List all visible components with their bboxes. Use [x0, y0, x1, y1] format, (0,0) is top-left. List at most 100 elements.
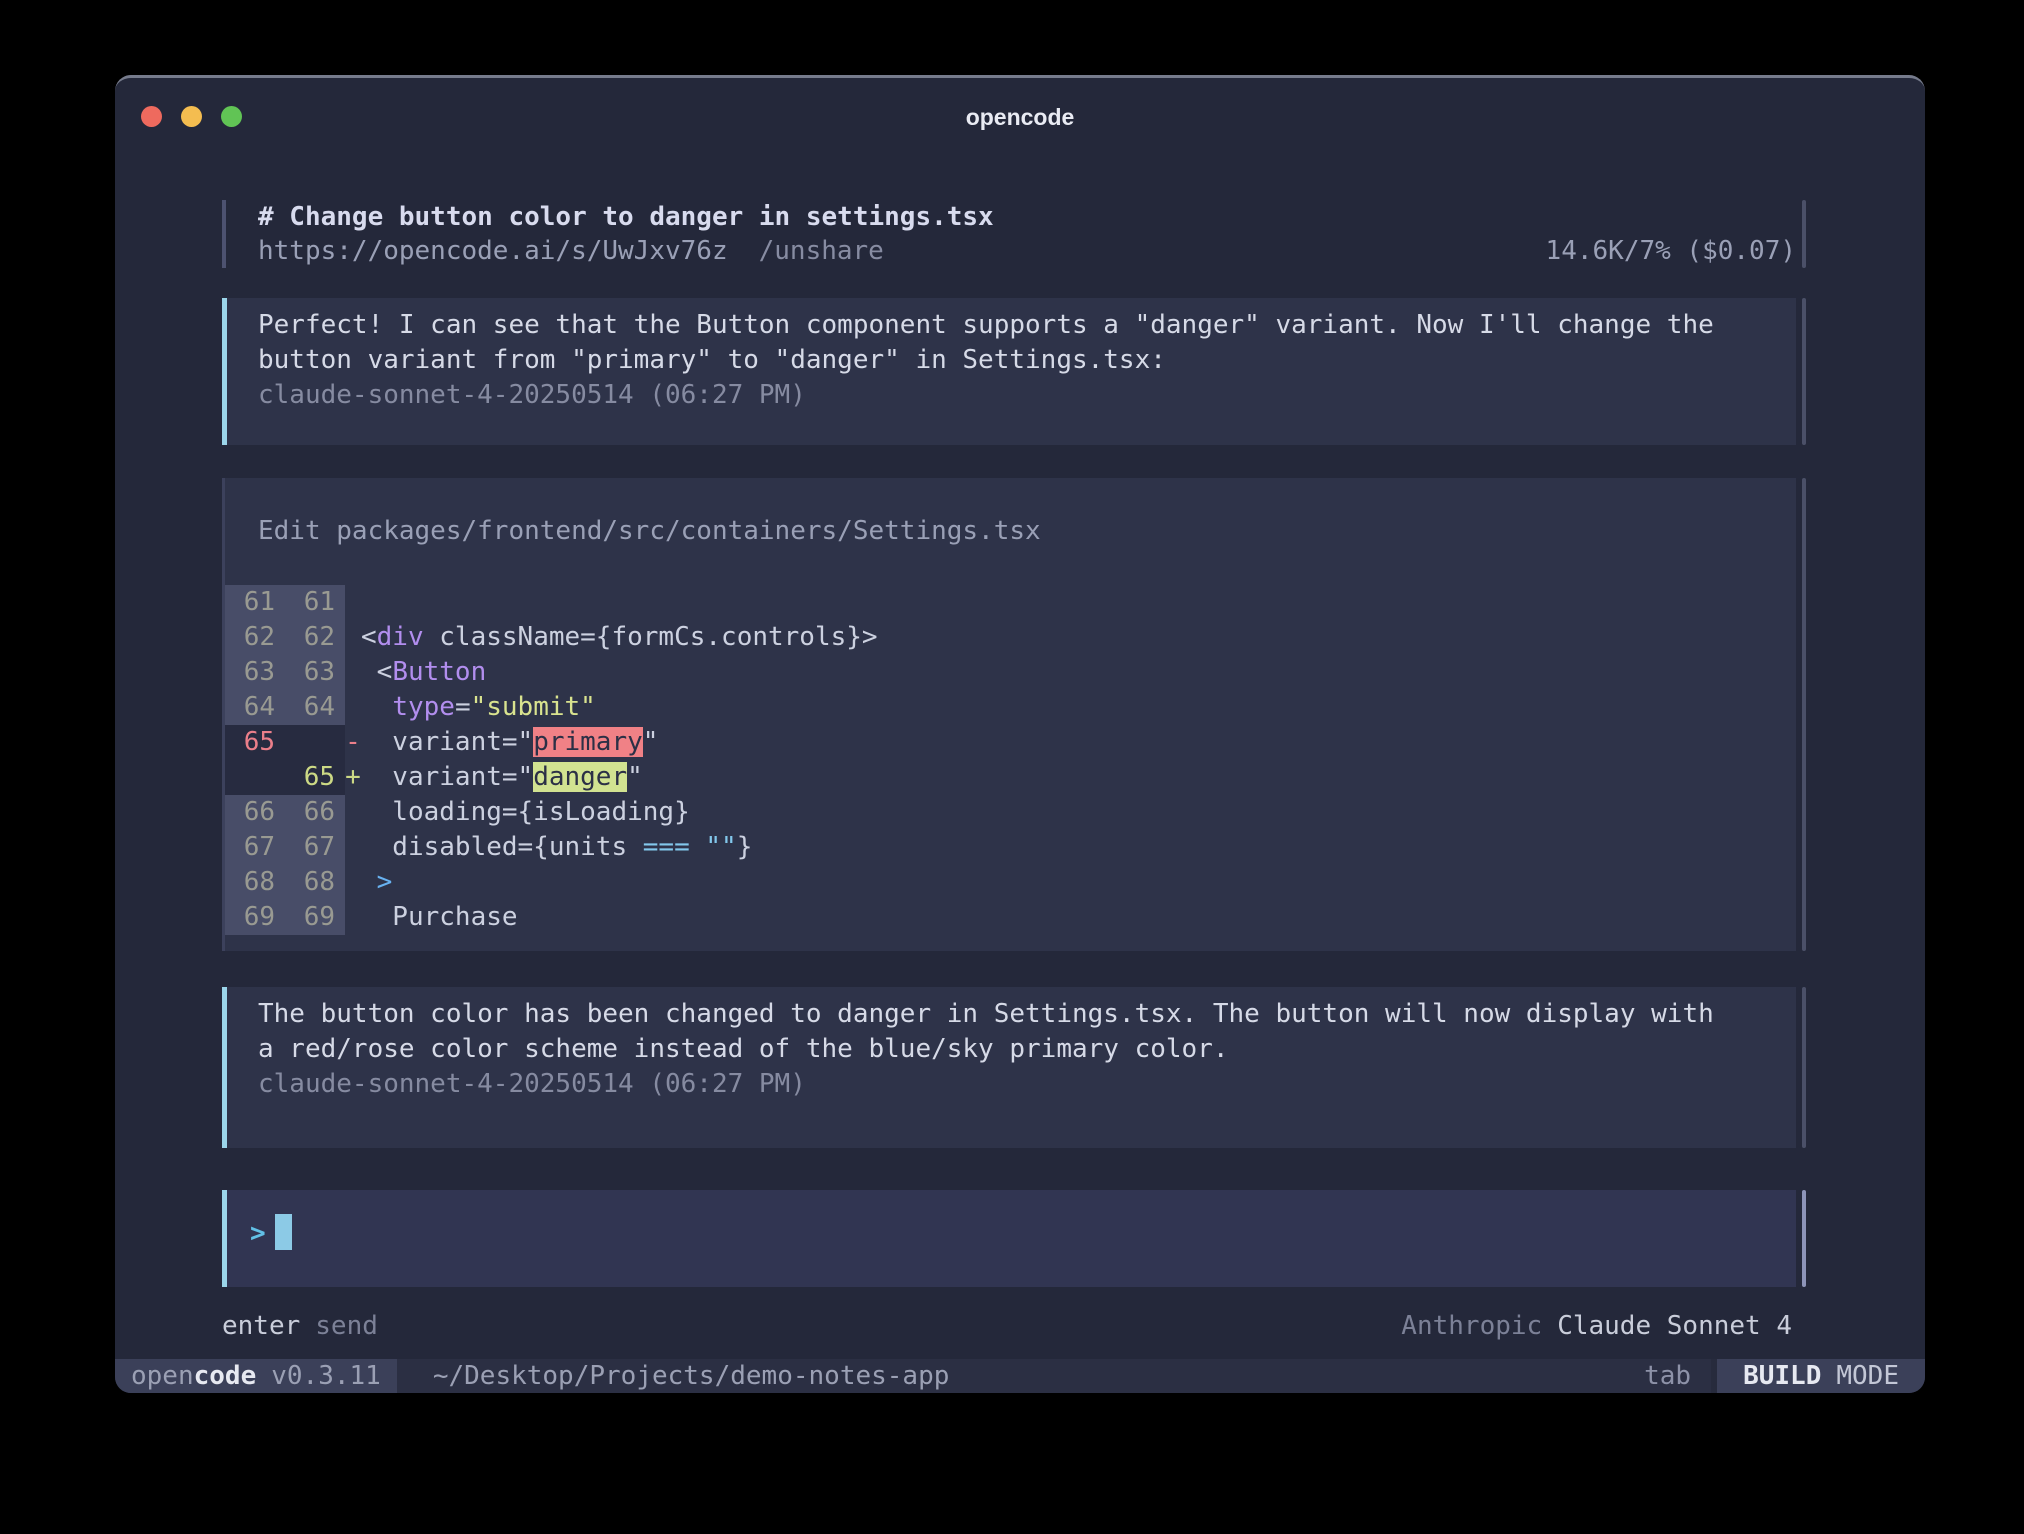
- mode-name: BUILD: [1743, 1361, 1821, 1391]
- diff-row: 6363 <Button: [225, 655, 1796, 690]
- mode-chip: BUILD MODE: [1711, 1359, 1925, 1393]
- session-subtitle: https://opencode.ai/s/UwJxv76z/unshare 1…: [258, 234, 1796, 268]
- scroll-indicator: [1802, 1190, 1806, 1287]
- old-line-number: 68: [225, 865, 285, 900]
- scroll-indicator: [1802, 987, 1806, 1148]
- edit-tool-card: Edit packages/frontend/src/containers/Se…: [222, 478, 1796, 951]
- assistant-message: The button color has been changed to dan…: [222, 987, 1796, 1148]
- diff-row: 6666 loading={isLoading}: [225, 795, 1796, 830]
- model-label: Claude Sonnet 4: [1557, 1311, 1792, 1341]
- new-line-number: 65: [285, 760, 345, 795]
- new-line-number: 66: [285, 795, 345, 830]
- session-title: # Change button color to danger in setti…: [258, 200, 1796, 234]
- new-line-number: 64: [285, 690, 345, 725]
- diff-marker: [345, 795, 361, 830]
- old-line-number: 69: [225, 900, 285, 935]
- diff-marker: [345, 900, 361, 935]
- diff-marker: -: [345, 725, 361, 760]
- diff-marker: [345, 655, 361, 690]
- old-line-number: 67: [225, 830, 285, 865]
- app-version: v0.3.11: [271, 1361, 381, 1391]
- app-version-chip: opencode v0.3.11: [115, 1359, 397, 1393]
- code-line: <Button: [361, 655, 486, 690]
- model-info: Anthropic Claude Sonnet 4: [1401, 1311, 1792, 1341]
- diff-row: 6161: [225, 585, 1796, 620]
- text-cursor: [275, 1214, 292, 1250]
- diff-marker: +: [345, 760, 361, 795]
- message-text-line: button variant from "primary" to "danger…: [258, 343, 1796, 378]
- code-line: >: [361, 865, 392, 900]
- diff-row: 6464 type="submit": [225, 690, 1796, 725]
- window-title: opencode: [115, 78, 1925, 131]
- scroll-indicator: [1802, 200, 1806, 268]
- message-meta: claude-sonnet-4-20250514 (06:27 PM): [258, 1067, 1796, 1102]
- code-line: <div className={formCs.controls}>: [361, 620, 878, 655]
- unshare-command: /unshare: [759, 236, 884, 266]
- app-name-regular: open: [131, 1361, 194, 1391]
- code-line: loading={isLoading}: [361, 795, 690, 830]
- diff-view: 61616262 <div className={formCs.controls}…: [225, 585, 1796, 935]
- new-line-number: 69: [285, 900, 345, 935]
- maximize-button[interactable]: [221, 106, 242, 127]
- assistant-message: Perfect! I can see that the Button compo…: [222, 298, 1796, 445]
- message-body: The button color has been changed to dan…: [258, 997, 1796, 1102]
- new-line-number: 61: [285, 585, 345, 620]
- send-hint: enter send: [222, 1311, 378, 1341]
- working-directory: ~/Desktop/Projects/demo-notes-app: [433, 1361, 950, 1391]
- diff-marker: [345, 690, 361, 725]
- old-line-number: 63: [225, 655, 285, 690]
- message-text-line: The button color has been changed to dan…: [258, 997, 1796, 1032]
- code-line: Purchase: [361, 900, 518, 935]
- diff-marker: [345, 620, 361, 655]
- old-line-number: 64: [225, 690, 285, 725]
- diff-row: 6969 Purchase: [225, 900, 1796, 935]
- scroll-indicator: [1802, 478, 1806, 951]
- code-line: variant="primary": [361, 725, 658, 760]
- old-line-number: 66: [225, 795, 285, 830]
- new-line-number: 62: [285, 620, 345, 655]
- code-line: disabled={units === ""}: [361, 830, 752, 865]
- provider-label: Anthropic: [1401, 1311, 1542, 1341]
- new-line-number: [285, 725, 345, 760]
- diff-row: 65 - variant="primary": [225, 725, 1796, 760]
- diff-marker: [345, 830, 361, 865]
- prompt-input[interactable]: >: [222, 1190, 1796, 1287]
- old-line-number: [225, 760, 285, 795]
- diff-marker: [345, 865, 361, 900]
- share-url: https://opencode.ai/s/UwJxv76z: [258, 236, 728, 266]
- old-line-number: 61: [225, 585, 285, 620]
- tab-key-hint: tab: [1644, 1361, 1691, 1391]
- minimize-button[interactable]: [181, 106, 202, 127]
- diff-row: 65+ variant="danger": [225, 760, 1796, 795]
- message-text-line: a red/rose color scheme instead of the b…: [258, 1032, 1796, 1067]
- new-line-number: 67: [285, 830, 345, 865]
- edit-file-title: Edit packages/frontend/src/containers/Se…: [225, 478, 1796, 549]
- message-body: Perfect! I can see that the Button compo…: [258, 308, 1796, 413]
- mode-suffix: MODE: [1836, 1361, 1899, 1391]
- opencode-window: opencode # Change button color to danger…: [115, 75, 1925, 1393]
- hint-row: enter send Anthropic Claude Sonnet 4: [222, 1311, 1796, 1341]
- app-name-bold: code: [194, 1361, 257, 1391]
- code-line: type="submit": [361, 690, 596, 725]
- new-line-number: 68: [285, 865, 345, 900]
- diff-row: 6767 disabled={units === ""}: [225, 830, 1796, 865]
- prompt-caret: >: [250, 1219, 266, 1249]
- status-bar: opencode v0.3.11 ~/Desktop/Projects/demo-…: [115, 1359, 1925, 1393]
- diff-row: 6868 >: [225, 865, 1796, 900]
- new-line-number: 63: [285, 655, 345, 690]
- enter-key-hint: enter: [222, 1311, 300, 1341]
- session-header: # Change button color to danger in setti…: [222, 200, 1796, 268]
- diff-row: 6262 <div className={formCs.controls}>: [225, 620, 1796, 655]
- diff-marker: [345, 585, 361, 620]
- message-text-line: Perfect! I can see that the Button compo…: [258, 308, 1796, 343]
- token-stats: 14.6K/7% ($0.07): [1546, 234, 1796, 268]
- session-content: # Change button color to danger in setti…: [222, 200, 1796, 1341]
- old-line-number: 65: [225, 725, 285, 760]
- share-row: https://opencode.ai/s/UwJxv76z/unshare: [258, 234, 884, 268]
- scroll-indicator: [1802, 298, 1806, 445]
- send-label: send: [315, 1311, 378, 1341]
- close-button[interactable]: [141, 106, 162, 127]
- message-meta: claude-sonnet-4-20250514 (06:27 PM): [258, 378, 1796, 413]
- window-titlebar: opencode: [115, 78, 1925, 146]
- old-line-number: 62: [225, 620, 285, 655]
